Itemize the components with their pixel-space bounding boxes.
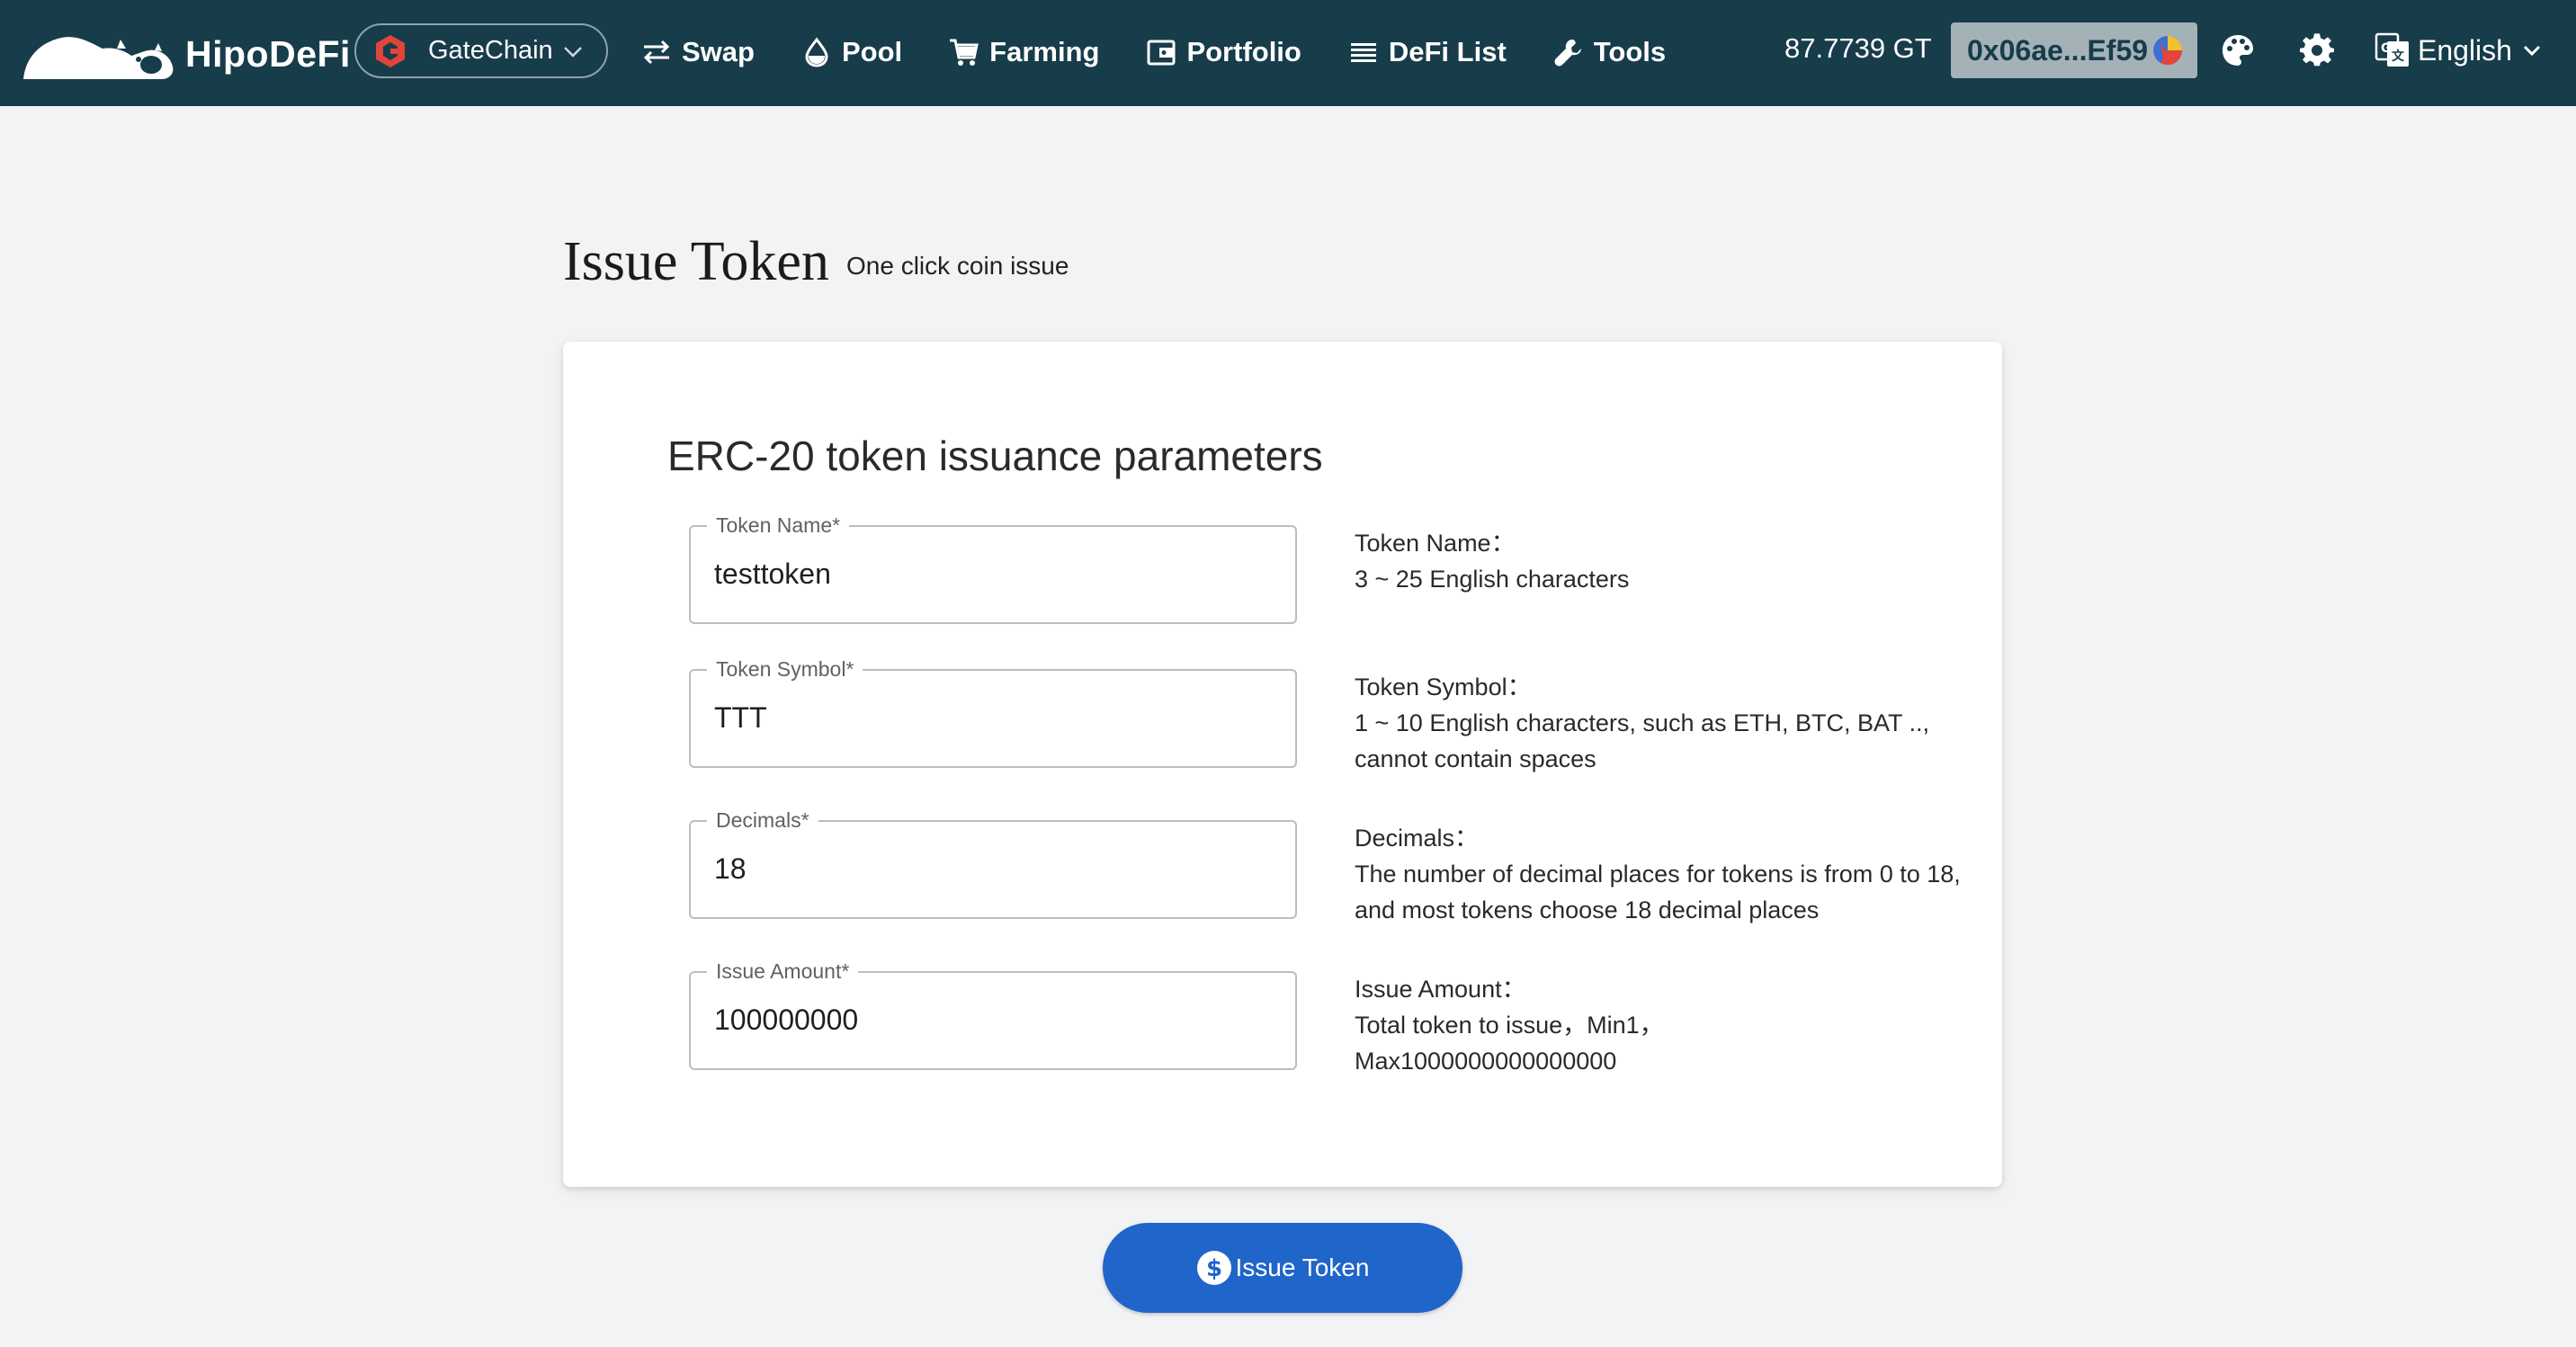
wrench-icon [1554, 40, 1581, 67]
field-label: Decimals* [707, 807, 818, 833]
wallet-icon [1147, 40, 1176, 66]
gt-balance: 87.7739 GT [1784, 32, 1932, 64]
account-address: 0x06ae...Ef59 [1967, 33, 2149, 67]
token-symbol-description: Token Symbol： 1 ~ 10 English characters,… [1355, 669, 1966, 777]
gear-icon[interactable] [2299, 32, 2335, 68]
decimals-input[interactable] [714, 852, 1272, 886]
nav-label: Swap [682, 36, 755, 67]
main-nav: Swap Pool Farming Portfolio DeFi List To… [640, 23, 1712, 81]
cart-icon [950, 39, 979, 66]
list-icon [1350, 43, 1376, 62]
chevron-down-icon [564, 47, 582, 58]
account-button[interactable]: 0x06ae...Ef59 [1951, 22, 2197, 78]
nav-label: Pool [841, 36, 903, 67]
svg-text:文: 文 [2392, 49, 2405, 64]
desc-text: 1 ~ 10 English characters, such as ETH, … [1355, 709, 1930, 772]
brand-name: HipoDeFi [185, 32, 351, 75]
token-name-description: Token Name： 3 ~ 25 English characters [1355, 525, 1966, 597]
language-label: English [2418, 33, 2512, 67]
nav-pool[interactable]: Pool [801, 36, 902, 68]
nav-portfolio[interactable]: Portfolio [1145, 36, 1301, 68]
desc-title: Decimals： [1355, 825, 1480, 852]
svg-text:$: $ [1205, 1255, 1221, 1282]
desc-text: 3 ~ 25 English characters [1355, 566, 1630, 593]
palette-icon[interactable] [2220, 32, 2256, 68]
field-label: Issue Amount* [707, 959, 859, 984]
issue-token-label: Issue Token [1235, 1253, 1370, 1281]
hippo-logo-icon [23, 37, 174, 79]
issue-amount-field[interactable]: Issue Amount* [689, 959, 1297, 1070]
field-label: Token Symbol* [707, 656, 863, 682]
top-navigation-bar: HipoDeFi GateChain Swap Pool Farming Por… [0, 0, 2576, 106]
nav-farming[interactable]: Farming [948, 36, 1099, 68]
desc-text: The number of decimal places for tokens … [1355, 861, 1961, 923]
nav-swap[interactable]: Swap [640, 36, 755, 68]
token-name-input[interactable] [714, 558, 1272, 591]
gatechain-icon [376, 34, 405, 67]
issue-token-button[interactable]: $ Issue Token [1103, 1223, 1462, 1313]
page-subtitle: One click coin issue [846, 252, 1069, 280]
decimals-description: Decimals： The number of decimal places f… [1355, 820, 1966, 928]
language-selector[interactable]: G 文 English [2375, 27, 2543, 74]
nav-label: DeFi List [1388, 36, 1507, 67]
swap-icon [643, 40, 670, 65]
token-symbol-field[interactable]: Token Symbol* [689, 656, 1297, 768]
desc-title: Issue Amount： [1355, 976, 1526, 1003]
chain-name: GateChain [428, 36, 553, 65]
token-name-field[interactable]: Token Name* [689, 513, 1297, 624]
desc-text: Total token to issue，Min1，Max10000000000… [1355, 1012, 1664, 1075]
translate-icon: G 文 [2375, 32, 2409, 67]
nav-label: Farming [989, 36, 1100, 67]
decimals-field[interactable]: Decimals* [689, 807, 1297, 919]
chevron-down-icon [2523, 45, 2541, 57]
field-label: Token Name* [707, 513, 850, 538]
issue-amount-description: Issue Amount： Total token to issue，Min1，… [1355, 971, 1750, 1079]
svg-text:G: G [2381, 41, 2392, 56]
issue-amount-input[interactable] [714, 1004, 1272, 1037]
account-avatar-icon [2153, 36, 2183, 66]
desc-title: Token Symbol： [1355, 674, 1532, 700]
desc-title: Token Name： [1355, 530, 1516, 557]
brand-logo[interactable]: HipoDeFi [20, 18, 351, 90]
nav-defi-list[interactable]: DeFi List [1347, 36, 1507, 68]
chain-selector[interactable]: GateChain [354, 23, 608, 78]
token-symbol-input[interactable] [714, 701, 1272, 735]
page-title: Issue Token [563, 231, 829, 292]
nav-tools[interactable]: Tools [1552, 36, 1666, 68]
nav-label: Portfolio [1186, 36, 1301, 67]
nav-label: Tools [1593, 36, 1667, 67]
issue-token-form-card: ERC-20 token issuance parameters Token N… [563, 342, 2002, 1187]
dollar-coin-icon: $ [1196, 1251, 1231, 1285]
drop-icon [805, 37, 828, 67]
form-heading: ERC-20 token issuance parameters [667, 433, 1323, 479]
